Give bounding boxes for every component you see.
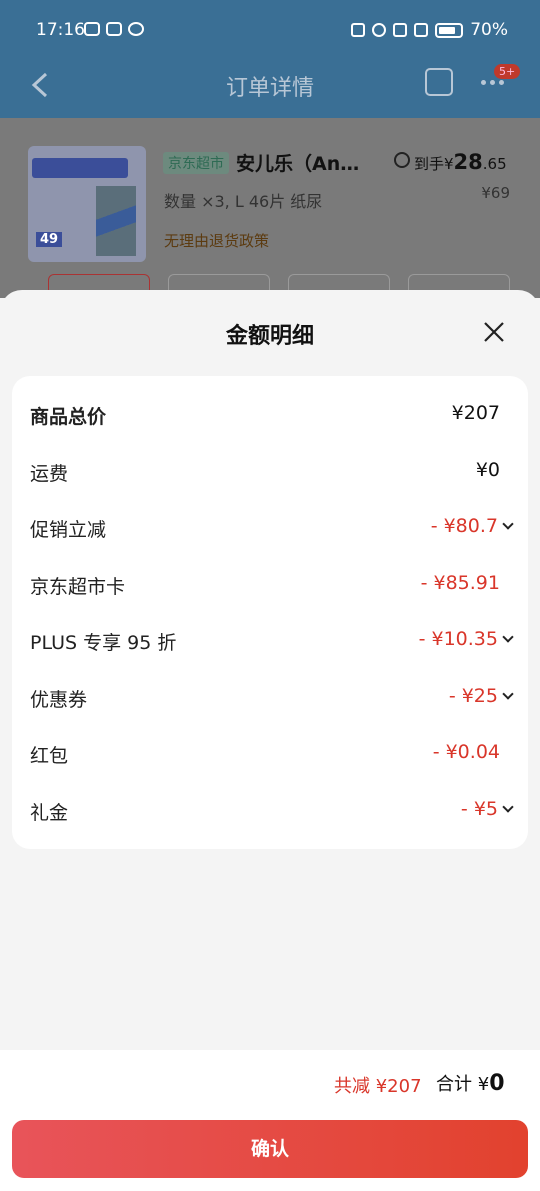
product-spec[interactable]: 数量 ×3, L 46片 纸尿: [164, 188, 322, 212]
row-label: 促销立减: [30, 519, 107, 541]
page-title: 订单详情: [225, 76, 314, 101]
row-label: 运费: [30, 463, 69, 485]
product-image[interactable]: 49: [28, 146, 146, 262]
chevron-down-icon[interactable]: [502, 631, 514, 643]
footer-bar: 共减 ¥207 合计 ¥0 确认: [0, 1050, 540, 1191]
to-hand-price: 到手¥28.65: [414, 150, 507, 174]
status-right: 70%: [351, 20, 508, 40]
detail-row[interactable]: 优惠券 - ¥25: [30, 685, 514, 715]
message-icon: [84, 22, 100, 36]
total-saved: 共减 ¥207: [334, 1076, 422, 1097]
mute-icon: [393, 23, 408, 37]
detail-row: 商品总价 ¥207: [30, 402, 500, 432]
notification-badge: 5+: [494, 64, 521, 79]
battery-icon: [435, 22, 464, 38]
to-hand-price-decimal: .65: [482, 155, 507, 173]
to-hand-price-main: 28: [453, 150, 483, 174]
original-price: ¥69: [481, 184, 510, 202]
product-image-stripe: [96, 186, 136, 256]
amount-detail-card: 商品总价 ¥207 运费 ¥0 促销立减 - ¥80.7 京东超市卡 - ¥85…: [12, 376, 528, 849]
row-value: - ¥25: [449, 685, 514, 707]
row-value: ¥207: [451, 402, 500, 424]
battery-level: 70%: [470, 20, 508, 40]
row-label: 红包: [30, 745, 69, 767]
status-bar: 17:16 70%: [0, 0, 540, 58]
more-icon[interactable]: [481, 80, 504, 85]
product-name[interactable]: 安儿乐（An…: [236, 149, 376, 176]
app-notification-icon: [106, 22, 122, 36]
product-image-number: 49: [36, 232, 63, 247]
nfc-icon: [351, 23, 366, 37]
row-value: - ¥80.7: [431, 515, 514, 537]
signal-icon: [414, 23, 429, 37]
detail-row: 京东超市卡 - ¥85.91: [30, 572, 500, 602]
close-icon[interactable]: [482, 320, 506, 344]
detail-row: 运费 ¥0: [30, 459, 500, 489]
row-label: PLUS 专享 95 折: [30, 632, 177, 654]
row-label: 礼金: [30, 802, 69, 824]
detail-row[interactable]: 礼金 - ¥5: [30, 798, 514, 828]
detail-row[interactable]: PLUS 专享 95 折 - ¥10.35: [30, 628, 514, 658]
row-value: - ¥0.04: [432, 741, 500, 763]
confirm-button[interactable]: 确认: [12, 1120, 528, 1178]
detail-row[interactable]: 促销立减 - ¥80.7: [30, 515, 514, 545]
row-value: - ¥85.91: [420, 572, 500, 594]
row-value: ¥0: [475, 459, 500, 481]
row-label: 京东超市卡: [30, 576, 126, 598]
row-label: 商品总价: [30, 406, 107, 428]
product-image-banner: [32, 158, 128, 178]
share-icon[interactable]: [425, 68, 453, 96]
row-label: 优惠券: [30, 689, 88, 711]
sheet-title: 金额明细: [225, 324, 314, 349]
detail-row: 红包 - ¥0.04: [30, 741, 500, 771]
row-value: - ¥10.35: [419, 628, 514, 650]
top-bar: 订单详情 5+: [0, 58, 540, 118]
row-value: - ¥5: [461, 798, 514, 820]
chevron-down-icon[interactable]: [502, 518, 514, 530]
chevron-down-icon[interactable]: [502, 801, 514, 813]
settings-icon: [128, 22, 144, 36]
status-time: 17:16: [36, 20, 85, 40]
store-tag: 京东超市: [163, 152, 229, 174]
alarm-icon: [372, 23, 387, 37]
status-notification-icons: [84, 22, 144, 36]
product-card: 49 京东超市 安儿乐（An… 到手¥28.65 ¥69 数量 ×3, L 46…: [0, 118, 540, 300]
return-policy: 无理由退货政策: [164, 232, 270, 250]
to-hand-label: 到手¥: [414, 155, 454, 173]
chevron-down-icon[interactable]: [502, 688, 514, 700]
info-icon[interactable]: [394, 152, 410, 168]
total-amount: 合计 ¥0: [436, 1071, 505, 1096]
